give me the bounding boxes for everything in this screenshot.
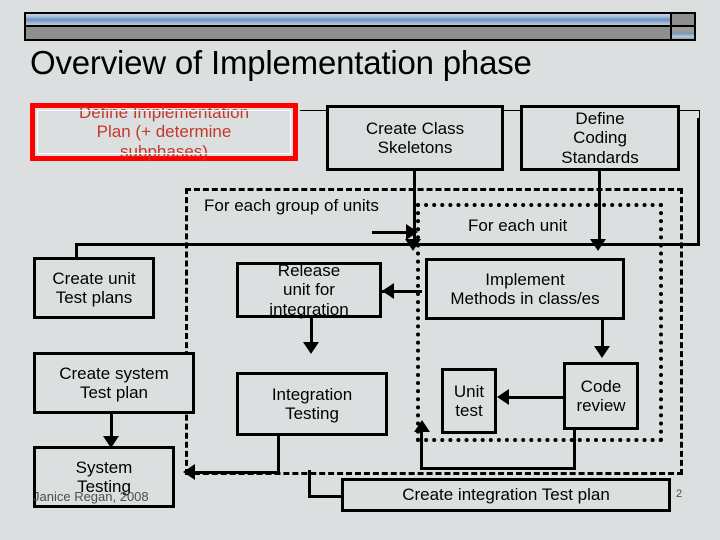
- connector-into-for-each-unit: [372, 231, 410, 234]
- connector-to-integration-test-plan-v: [308, 470, 311, 498]
- arrowhead-loop-to-integration-testing: [414, 420, 430, 432]
- box-unit-test-label: Unit test: [453, 381, 485, 420]
- arrowhead-standards-to-implement: [590, 239, 606, 251]
- decoration-bar-gray: [24, 27, 672, 41]
- author-credit: Janice Regan, 2008: [33, 489, 149, 504]
- connector-to-integration-test-plan-h: [308, 495, 344, 498]
- connector-standards-down: [598, 171, 601, 215]
- arrowhead-integration-to-system-testing: [183, 464, 195, 480]
- connector-rail-drop-right: [697, 118, 700, 243]
- connector-rail-to-unit-test-plans: [75, 243, 700, 246]
- arrowhead-implement-to-code-review: [594, 346, 610, 358]
- connector-skeletons-down: [413, 171, 416, 215]
- box-create-system-test-plan-label: Create system Test plan: [59, 363, 169, 402]
- arrowhead-unit-loop-to-release: [382, 283, 394, 299]
- page-number: 2: [676, 488, 683, 500]
- decoration-bar-cap-bottom: [672, 27, 696, 41]
- box-create-system-test-plan[interactable]: Create system Test plan: [33, 352, 195, 414]
- arrowhead-release-to-integration-testing: [303, 342, 319, 354]
- box-create-class-skeletons[interactable]: Create Class Skeletons: [326, 105, 504, 171]
- arrowhead-into-for-each-unit: [406, 224, 418, 240]
- page-title: Overview of Implementation phase: [30, 44, 532, 81]
- box-integration-testing[interactable]: Integration Testing: [236, 372, 388, 436]
- box-release-unit-for-integration-label: Release unit for integration: [269, 261, 349, 319]
- box-define-coding-standards-label: Define Coding Standards: [561, 109, 639, 167]
- connector-loop-to-integration-up: [420, 430, 423, 468]
- box-define-implementation-plan-label: Define Implementation Plan (+ determine su…: [78, 103, 250, 161]
- slide-canvas: Overview of Implementation phase For eac…: [0, 0, 720, 540]
- box-create-unit-test-plans-label: Create unit Test plans: [52, 268, 136, 307]
- title-decoration-bar: [24, 12, 696, 44]
- box-code-review[interactable]: Code review: [563, 362, 639, 430]
- decoration-bar-cap-top: [672, 12, 696, 27]
- box-create-class-skeletons-label: Create Class Skeletons: [365, 118, 465, 157]
- decoration-bar-gradient: [24, 12, 672, 27]
- connector-integration-to-system-testing: [195, 471, 280, 474]
- box-create-unit-test-plans[interactable]: Create unit Test plans: [33, 257, 155, 319]
- box-create-integration-test-plan-label: Create integration Test plan: [402, 485, 610, 505]
- box-implement-methods-label: Implement Methods in class/es: [450, 269, 600, 308]
- box-create-integration-test-plan[interactable]: Create integration Test plan: [341, 478, 671, 512]
- connector-unit-loop-left: [420, 467, 576, 470]
- box-unit-test[interactable]: Unit test: [441, 368, 497, 434]
- connector-integration-testing-down: [277, 436, 280, 474]
- box-implement-methods[interactable]: Implement Methods in class/es: [425, 258, 625, 320]
- arrowhead-skeletons-to-implement: [405, 239, 421, 251]
- box-integration-testing-label: Integration Testing: [271, 384, 353, 423]
- box-code-review-label: Code review: [576, 376, 626, 415]
- connector-unit-loop-down: [573, 430, 576, 470]
- connector-implement-elbow: [601, 320, 603, 323]
- box-release-unit-for-integration[interactable]: Release unit for integration: [236, 261, 382, 319]
- box-define-implementation-plan[interactable]: Define Implementation Plan (+ determine su…: [30, 103, 298, 161]
- connector-code-review-to-unit-test: [508, 396, 564, 399]
- frame-label-for-each-unit: For each unit: [468, 216, 568, 235]
- frame-label-for-each-group-of-units: For each group of units: [204, 196, 379, 215]
- connector-top-rail-right-drop: [699, 110, 700, 118]
- arrowhead-code-review-to-unit-test: [497, 389, 509, 405]
- box-define-coding-standards[interactable]: Define Coding Standards: [520, 105, 680, 171]
